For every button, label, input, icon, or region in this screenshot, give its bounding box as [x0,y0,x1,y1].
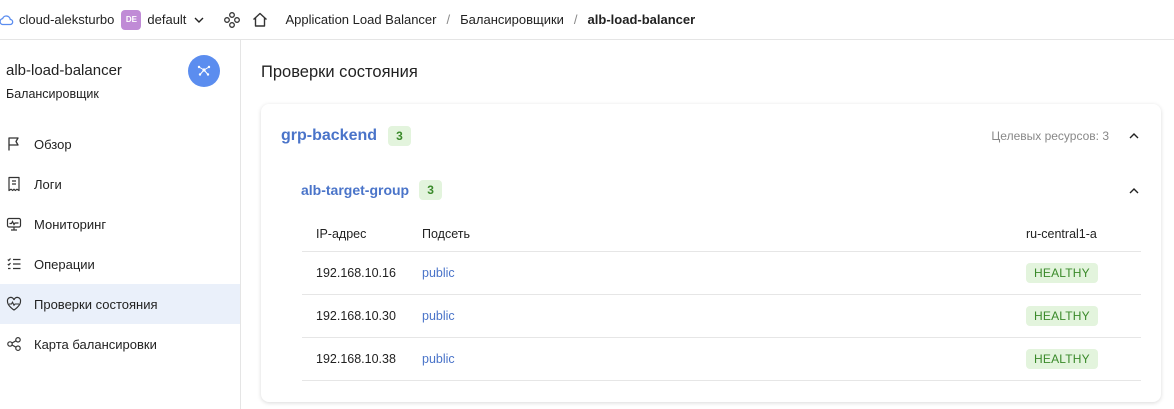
sidebar-nav: Обзор Логи Мониторинг Операции Проверки … [0,124,240,364]
resource-type: Балансировщик [6,87,99,101]
table-header: IP-адрес Подсеть ru-central1-a [302,216,1141,252]
network-icon [196,62,212,81]
status-badge: HEALTHY [1026,306,1098,326]
sidebar-item-label: Проверки состояния [34,296,158,312]
backend-group-card: grp-backend 3 Целевых ресурсов: 3 alb-ta… [261,104,1161,402]
sidebar-item-logs[interactable]: Логи [0,164,240,204]
monitor-icon [6,216,34,232]
status-badge: HEALTHY [1026,349,1098,369]
status-badge: HEALTHY [1026,263,1098,283]
collapse-target-group-icon[interactable] [1127,185,1141,197]
target-resources-count: Целевых ресурсов: 3 [991,129,1109,143]
folder-name[interactable]: default [147,12,186,27]
target-group-count-badge: 3 [419,180,443,200]
top-bar: cloud-aleksturbo DE default Application … [0,0,1174,40]
table-row: 192.168.10.30 public HEALTHY [302,295,1141,338]
breadcrumb-alb[interactable]: Application Load Balancer [285,12,436,27]
sidebar-item-label: Обзор [34,136,72,152]
sidebar: alb-load-balancer Балансировщик Обзор Ло… [0,40,241,409]
column-header-ip: IP-адрес [316,226,367,241]
sidebar-item-label: Операции [34,256,95,272]
resource-title: alb-load-balancer [6,62,122,79]
heart-pulse-icon [6,296,34,312]
sidebar-item-health-checks[interactable]: Проверки состояния [0,284,240,324]
sidebar-item-balancing-map[interactable]: Карта балансировки [0,324,240,364]
sidebar-item-label: Карта балансировки [34,336,157,352]
subnet-link[interactable]: public [422,309,455,323]
breadcrumb-separator: / [573,12,578,27]
cloud-icon [0,12,14,28]
breadcrumb-separator: / [446,12,451,27]
page-title: Проверки состояния [261,63,418,81]
list-check-icon [6,256,34,272]
sidebar-item-operations[interactable]: Операции [0,244,240,284]
sidebar-item-label: Мониторинг [34,216,107,232]
sidebar-item-label: Логи [34,176,62,192]
ip-address: 192.168.10.16 [316,266,396,280]
ip-address: 192.168.10.38 [316,352,396,366]
sidebar-item-monitoring[interactable]: Мониторинг [0,204,240,244]
table-row: 192.168.10.16 public HEALTHY [302,252,1141,295]
cloud-name: cloud-aleksturbo [19,12,115,27]
breadcrumb-balancers[interactable]: Балансировщики [460,12,564,27]
column-header-zone: ru-central1-a [1026,226,1097,241]
targets-table: IP-адрес Подсеть ru-central1-a 192.168.1… [302,216,1141,381]
share-nodes-icon [6,336,34,352]
backend-group-name[interactable]: grp-backend [281,127,377,145]
target-group-name[interactable]: alb-target-group [301,182,409,198]
table-row: 192.168.10.38 public HEALTHY [302,338,1141,381]
chevron-down-icon[interactable] [193,14,205,26]
subnet-link[interactable]: public [422,352,455,366]
subnet-link[interactable]: public [422,266,455,280]
backend-group-header[interactable]: grp-backend 3 Целевых ресурсов: 3 [281,124,1141,148]
collapse-group-icon[interactable] [1127,130,1141,142]
services-icon[interactable] [223,11,241,29]
breadcrumb: Application Load Balancer / Балансировщи… [285,12,695,27]
column-header-subnet: Подсеть [422,226,470,241]
sidebar-item-overview[interactable]: Обзор [0,124,240,164]
home-icon[interactable] [251,11,269,29]
backend-group-count-badge: 3 [388,126,412,146]
network-action-button[interactable] [188,55,220,87]
folder-badge: DE [121,9,142,30]
flag-icon [6,136,34,152]
receipt-icon [6,176,34,192]
cloud-selector[interactable]: cloud-aleksturbo [0,12,114,28]
target-group-header[interactable]: alb-target-group 3 [301,179,1141,201]
breadcrumb-current: alb-load-balancer [587,12,696,27]
ip-address: 192.168.10.30 [316,309,396,323]
